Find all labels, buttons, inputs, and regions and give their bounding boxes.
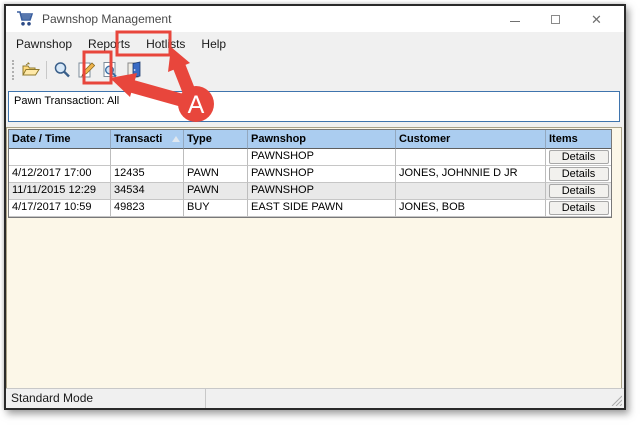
filter-text: Pawn Transaction: All <box>14 95 119 107</box>
sort-ascending-icon <box>172 136 180 142</box>
menu-reports[interactable]: Reports <box>80 33 138 55</box>
open-button[interactable] <box>20 59 42 81</box>
status-mode: Standard Mode <box>6 389 206 408</box>
cell-date: 4/12/2017 17:00 <box>9 166 111 183</box>
app-window: Pawnshop Management ✕ Pawnshop Reports H… <box>4 4 626 410</box>
maximize-icon <box>551 15 560 24</box>
column-header-customer[interactable]: Customer <box>396 130 546 149</box>
cell-type <box>184 149 248 166</box>
toolbar <box>6 56 624 84</box>
cell-pawnshop: EAST SIDE PAWN <box>248 200 396 217</box>
edit-icon <box>77 61 95 79</box>
table-row[interactable]: 4/17/2017 10:59 49823 BUY EAST SIDE PAWN… <box>9 200 611 217</box>
cell-type: PAWN <box>184 166 248 183</box>
menu-hotlists[interactable]: Hotlists <box>138 33 193 55</box>
minimize-icon <box>510 21 520 22</box>
cell-pawnshop: PAWNSHOP <box>248 183 396 200</box>
cell-pawnshop: PAWNSHOP <box>248 166 396 183</box>
table-container: Date / Time Transacti Type Pawnshop Cust… <box>6 127 622 391</box>
column-header-items[interactable]: Items <box>546 130 611 149</box>
close-icon: ✕ <box>591 14 602 25</box>
column-header-date-time[interactable]: Date / Time <box>9 130 111 149</box>
close-button[interactable]: ✕ <box>591 14 602 25</box>
window-title: Pawnshop Management <box>42 12 509 26</box>
menu-help[interactable]: Help <box>193 33 234 55</box>
search-icon <box>53 61 71 79</box>
open-folder-icon <box>22 62 41 78</box>
status-spacer <box>206 389 624 408</box>
cell-transaction: 49823 <box>111 200 184 217</box>
details-button[interactable]: Details <box>549 184 609 198</box>
cell-type: PAWN <box>184 183 248 200</box>
details-button[interactable]: Details <box>549 150 609 164</box>
toolbar-grip[interactable] <box>12 60 15 80</box>
cell-transaction: 34534 <box>111 183 184 200</box>
cell-type: BUY <box>184 200 248 217</box>
resize-grip-icon[interactable] <box>610 394 622 406</box>
menu-bar: Pawnshop Reports Hotlists Help <box>6 32 624 56</box>
column-header-transaction[interactable]: Transacti <box>111 130 184 149</box>
cell-pawnshop: PAWNSHOP <box>248 149 396 166</box>
cell-customer: JONES, BOB <box>396 200 546 217</box>
cell-date <box>9 149 111 166</box>
minimize-button[interactable] <box>509 14 520 25</box>
hotlist-book-button[interactable] <box>123 59 145 81</box>
edit-button[interactable] <box>75 59 97 81</box>
transactions-table: Date / Time Transacti Type Pawnshop Cust… <box>8 129 612 218</box>
cell-transaction: 12435 <box>111 166 184 183</box>
cell-customer <box>396 149 546 166</box>
cell-customer <box>396 183 546 200</box>
table-row[interactable]: 4/12/2017 17:00 12435 PAWN PAWNSHOP JONE… <box>9 166 611 183</box>
details-button[interactable]: Details <box>549 167 609 181</box>
cell-transaction <box>111 149 184 166</box>
status-bar: Standard Mode <box>6 388 624 408</box>
details-button[interactable]: Details <box>549 201 609 215</box>
column-header-type[interactable]: Type <box>184 130 248 149</box>
title-bar: Pawnshop Management ✕ <box>6 6 624 32</box>
exit-door-icon <box>125 61 144 79</box>
main-content: Pawn Transaction: All Date / Time Transa… <box>6 84 624 388</box>
preview-button[interactable] <box>99 59 121 81</box>
maximize-button[interactable] <box>550 14 561 25</box>
cell-date: 4/17/2017 10:59 <box>9 200 111 217</box>
column-header-transaction-label: Transacti <box>114 130 162 148</box>
shopping-cart-icon <box>16 11 34 27</box>
cell-customer: JONES, JOHNNIE D JR <box>396 166 546 183</box>
toolbar-separator <box>46 61 47 79</box>
table-row[interactable]: PAWNSHOP Details <box>9 149 611 166</box>
preview-icon <box>101 61 119 79</box>
column-header-pawnshop[interactable]: Pawnshop <box>248 130 396 149</box>
search-button[interactable] <box>51 59 73 81</box>
table-header-row: Date / Time Transacti Type Pawnshop Cust… <box>9 130 611 149</box>
table-row[interactable]: 11/11/2015 12:29 34534 PAWN PAWNSHOP Det… <box>9 183 611 200</box>
cell-date: 11/11/2015 12:29 <box>9 183 111 200</box>
menu-pawnshop[interactable]: Pawnshop <box>8 33 80 55</box>
filter-panel: Pawn Transaction: All <box>8 91 620 122</box>
